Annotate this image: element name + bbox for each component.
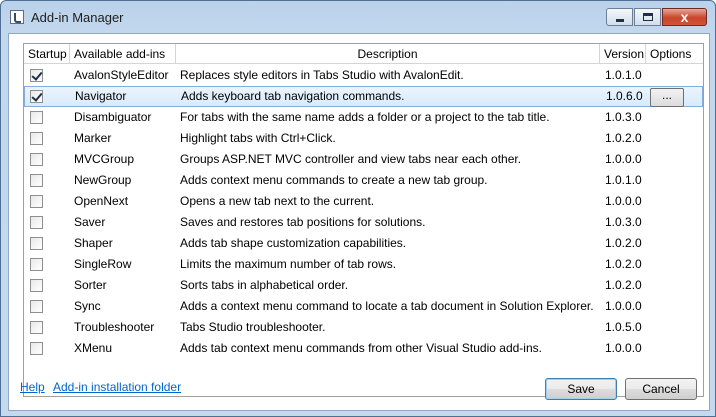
add-in-manager-window: Add-in Manager x Startup Available add-i… bbox=[0, 0, 716, 417]
add-in-row[interactable]: Troubleshooter Tabs Studio troubleshooter… bbox=[24, 317, 703, 338]
add-in-row[interactable]: Sync Adds a context menu command to locat… bbox=[24, 296, 703, 317]
add-in-version: 1.0.6.0 bbox=[606, 89, 643, 103]
add-in-description: Opens a new tab next to the current. bbox=[180, 194, 375, 208]
add-in-row[interactable]: SingleRow Limits the maximum number of ta… bbox=[24, 254, 703, 275]
add-in-version: 1.0.2.0 bbox=[605, 131, 642, 145]
startup-checkbox[interactable] bbox=[30, 69, 43, 82]
add-in-version: 1.0.0.0 bbox=[605, 194, 642, 208]
add-in-row[interactable]: Saver Saves and restores tab positions fo… bbox=[24, 212, 703, 233]
startup-checkbox[interactable] bbox=[30, 90, 43, 103]
add-in-version: 1.0.0.0 bbox=[605, 152, 642, 166]
add-in-version: 1.0.0.0 bbox=[605, 341, 642, 355]
startup-checkbox[interactable] bbox=[30, 342, 43, 355]
add-in-version: 1.0.2.0 bbox=[605, 236, 642, 250]
add-in-row[interactable]: Navigator Adds keyboard tab navigation co… bbox=[24, 86, 703, 107]
add-in-name: AvalonStyleEditor bbox=[74, 68, 169, 82]
add-in-description: Highlight tabs with Ctrl+Click. bbox=[180, 131, 336, 145]
add-in-description: Adds tab context menu commands from othe… bbox=[180, 341, 542, 355]
add-in-version: 1.0.2.0 bbox=[605, 257, 642, 271]
help-link[interactable]: Help bbox=[20, 380, 45, 394]
add-in-name: Shaper bbox=[74, 236, 113, 250]
add-in-description: Limits the maximum number of tab rows. bbox=[180, 257, 397, 271]
column-header-description[interactable]: Description bbox=[176, 44, 600, 64]
startup-checkbox[interactable] bbox=[30, 153, 43, 166]
startup-checkbox[interactable] bbox=[30, 258, 43, 271]
add-in-name: Sync bbox=[74, 299, 101, 313]
startup-checkbox[interactable] bbox=[30, 174, 43, 187]
add-in-name: MVCGroup bbox=[74, 152, 135, 166]
column-header-options[interactable]: Options bbox=[646, 44, 703, 64]
add-in-row[interactable]: XMenu Adds tab context menu commands from… bbox=[24, 338, 703, 359]
add-in-name: Saver bbox=[74, 215, 106, 229]
column-header-available-add-ins[interactable]: Available add-ins bbox=[70, 44, 176, 64]
add-in-description: Tabs Studio troubleshooter. bbox=[180, 320, 326, 334]
minimize-button[interactable] bbox=[606, 8, 633, 26]
startup-checkbox[interactable] bbox=[30, 321, 43, 334]
add-in-version: 1.0.3.0 bbox=[605, 215, 642, 229]
add-in-name: OpenNext bbox=[74, 194, 129, 208]
add-in-row[interactable]: OpenNext Opens a new tab next to the curr… bbox=[24, 191, 703, 212]
add-in-version: 1.0.1.0 bbox=[605, 173, 642, 187]
add-in-description: Replaces style editors in Tabs Studio wi… bbox=[180, 68, 464, 82]
add-ins-grid: Startup Available add-ins Description Ve… bbox=[23, 43, 704, 397]
caption-buttons: x bbox=[605, 8, 707, 26]
cancel-button[interactable]: Cancel bbox=[625, 378, 697, 400]
minimize-icon bbox=[616, 19, 624, 22]
maximize-button[interactable] bbox=[634, 8, 661, 26]
title-bar[interactable]: Add-in Manager x bbox=[1, 1, 715, 33]
close-button[interactable]: x bbox=[662, 8, 707, 26]
options-button[interactable]: ... bbox=[650, 88, 684, 107]
add-in-name: Disambiguator bbox=[74, 110, 152, 124]
column-header-version[interactable]: Version bbox=[600, 44, 646, 64]
add-in-name: NewGroup bbox=[74, 173, 132, 187]
add-in-description: Adds keyboard tab navigation commands. bbox=[181, 89, 405, 103]
startup-checkbox[interactable] bbox=[30, 279, 43, 292]
add-in-name: SingleRow bbox=[74, 257, 132, 271]
close-icon: x bbox=[680, 9, 689, 25]
add-in-version: 1.0.1.0 bbox=[605, 68, 642, 82]
dialog-client-area: Startup Available add-ins Description Ve… bbox=[8, 33, 710, 411]
startup-checkbox[interactable] bbox=[30, 216, 43, 229]
startup-checkbox[interactable] bbox=[30, 132, 43, 145]
add-in-description: Groups ASP.NET MVC controller and view t… bbox=[180, 152, 522, 166]
add-in-name: Sorter bbox=[74, 278, 107, 292]
add-in-name: Marker bbox=[74, 131, 112, 145]
window-title: Add-in Manager bbox=[31, 10, 124, 25]
add-in-row[interactable]: Disambiguator For tabs with the same name… bbox=[24, 107, 703, 128]
add-in-description: Adds context menu commands to create a n… bbox=[180, 173, 488, 187]
add-in-name: XMenu bbox=[74, 341, 113, 355]
add-in-version: 1.0.5.0 bbox=[605, 320, 642, 334]
startup-checkbox[interactable] bbox=[30, 300, 43, 313]
add-in-description: Saves and restores tab positions for sol… bbox=[180, 215, 426, 229]
maximize-icon bbox=[643, 13, 653, 21]
app-music-note-icon bbox=[10, 10, 24, 24]
save-button[interactable]: Save bbox=[545, 378, 617, 400]
add-in-version: 1.0.2.0 bbox=[605, 278, 642, 292]
add-in-row[interactable]: MVCGroup Groups ASP.NET MVC controller an… bbox=[24, 149, 703, 170]
add-in-version: 1.0.0.0 bbox=[605, 299, 642, 313]
startup-checkbox[interactable] bbox=[30, 237, 43, 250]
add-in-row[interactable]: Marker Highlight tabs with Ctrl+Click. 1.0… bbox=[24, 128, 703, 149]
add-in-row[interactable]: NewGroup Adds context menu commands to cr… bbox=[24, 170, 703, 191]
add-in-row[interactable]: Shaper Adds tab shape customization capab… bbox=[24, 233, 703, 254]
add-in-name: Troubleshooter bbox=[74, 320, 155, 334]
add-in-description: Adds tab shape customization capabilitie… bbox=[180, 236, 407, 250]
startup-checkbox[interactable] bbox=[30, 111, 43, 124]
add-in-name: Navigator bbox=[75, 89, 127, 103]
column-header-startup[interactable]: Startup bbox=[24, 44, 70, 64]
add-in-version: 1.0.3.0 bbox=[605, 110, 642, 124]
add-in-description: Sorts tabs in alphabetical order. bbox=[180, 278, 349, 292]
grid-header: Startup Available add-ins Description Ve… bbox=[24, 44, 703, 64]
add-in-description: For tabs with the same name adds a folde… bbox=[180, 110, 550, 124]
add-in-row[interactable]: AvalonStyleEditor Replaces style editors … bbox=[24, 65, 703, 86]
add-in-installation-folder-link[interactable]: Add-in installation folder bbox=[53, 380, 181, 394]
add-in-row[interactable]: Sorter Sorts tabs in alphabetical order. 1… bbox=[24, 275, 703, 296]
add-in-description: Adds a context menu command to locate a … bbox=[180, 299, 594, 313]
startup-checkbox[interactable] bbox=[30, 195, 43, 208]
